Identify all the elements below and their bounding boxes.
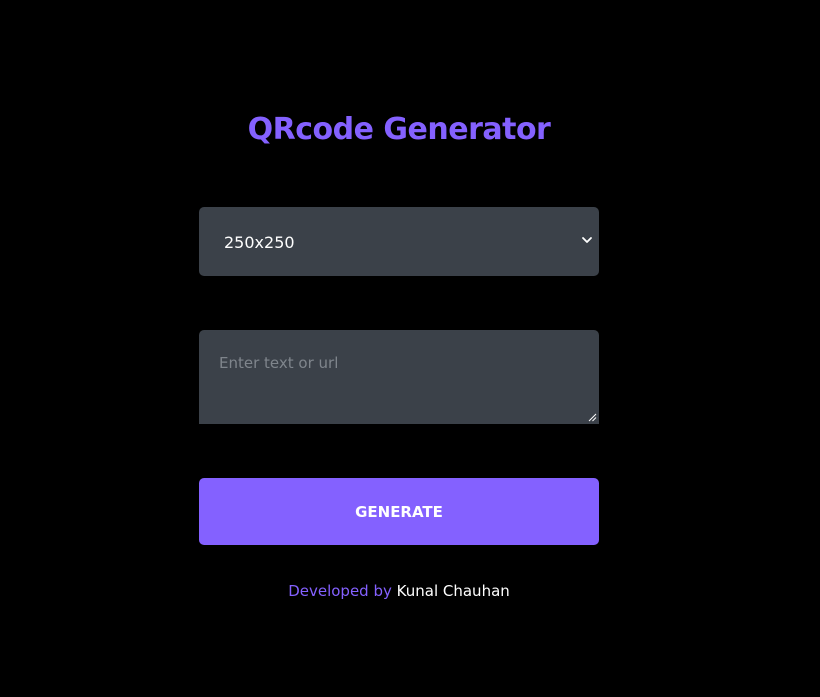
footer-credit: Developed by Kunal Chauhan [0, 580, 798, 602]
resize-handle-icon[interactable] [588, 413, 597, 422]
generate-button[interactable]: GENERATE [199, 478, 599, 545]
footer-author: Kunal Chauhan [396, 582, 510, 600]
chevron-down-icon [582, 237, 592, 243]
page-title: QRcode Generator [247, 112, 551, 147]
page: QRcode Generator 250x250 Enter text or u… [0, 0, 820, 697]
text-url-placeholder: Enter text or url [219, 354, 339, 372]
size-select[interactable]: 250x250 [199, 207, 599, 276]
footer-prefix: Developed by [288, 582, 392, 600]
size-select-value: 250x250 [224, 233, 295, 252]
text-url-input[interactable]: Enter text or url [199, 330, 599, 424]
